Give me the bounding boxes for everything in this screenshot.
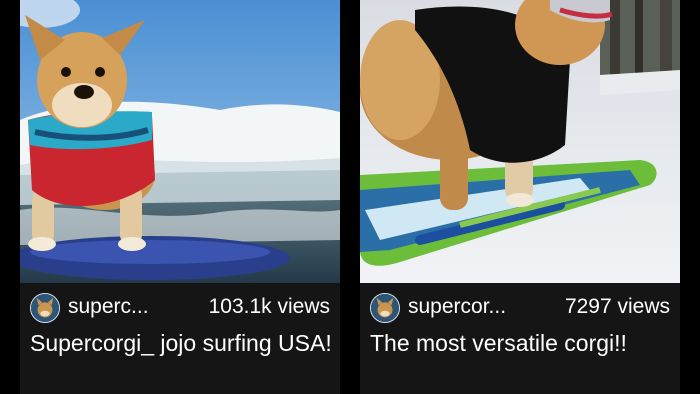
view-count: 7297 views <box>564 295 670 318</box>
video-title[interactable]: Supercorgi_ jojo surfing USA! <box>30 328 335 358</box>
corgi-surfing-ocean-thumbnail <box>20 0 340 283</box>
author-avatar[interactable] <box>370 293 400 323</box>
corgi-on-snowboard-thumbnail <box>360 0 680 283</box>
author-name[interactable]: supercor... <box>408 294 506 320</box>
video-info: superc... 103.1k views Supercorgi_ jojo … <box>20 283 340 394</box>
video-card[interactable]: superc... 103.1k views Supercorgi_ jojo … <box>20 0 340 394</box>
corgi-avatar-icon <box>371 294 399 322</box>
video-info: supercor... 7297 views The most versatil… <box>360 283 680 394</box>
corgi-avatar-icon <box>31 294 59 322</box>
author-name[interactable]: superc... <box>68 294 149 320</box>
video-card[interactable]: supercor... 7297 views The most versatil… <box>360 0 680 394</box>
author-avatar[interactable] <box>30 293 60 323</box>
video-thumbnail[interactable] <box>20 0 340 283</box>
view-count: 103.1k views <box>208 295 330 318</box>
video-title[interactable]: The most versatile corgi!! <box>370 328 675 358</box>
video-thumbnail[interactable] <box>360 0 680 283</box>
